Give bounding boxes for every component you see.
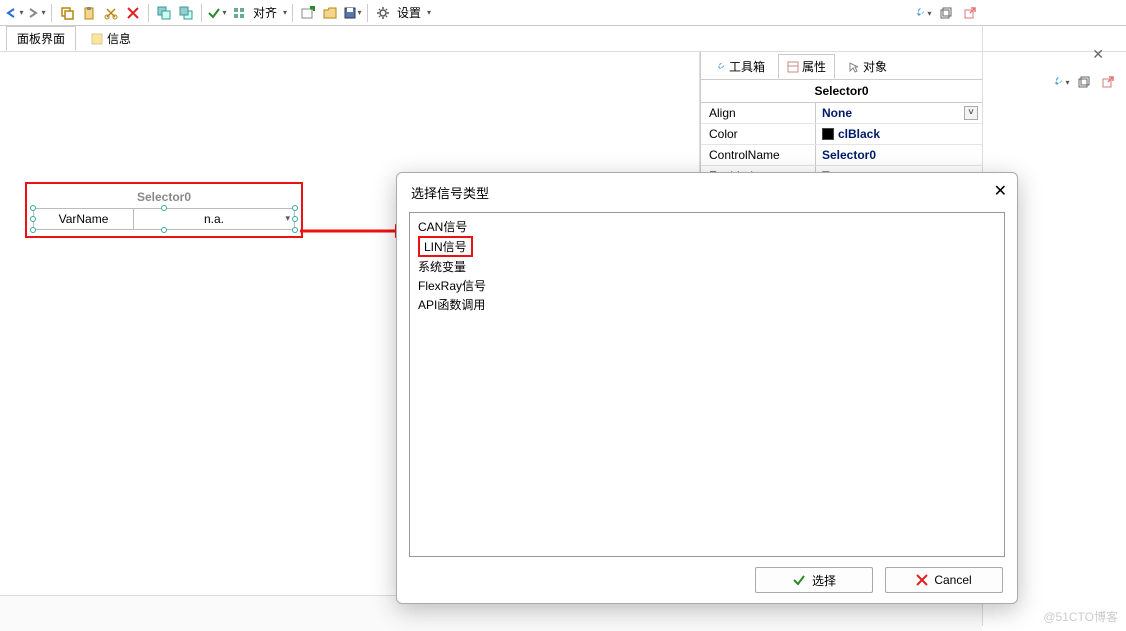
wrench-icon [714,61,726,73]
save-icon[interactable]: ▾ [342,3,362,23]
main-toolbar: ▾ ▾ ▾ 对齐▾ ▾ 设置▾ ▾ [0,0,1126,26]
close-icon[interactable]: ✕ [994,181,1007,201]
cut-icon[interactable] [101,3,121,23]
annotation-arrow [300,216,410,246]
property-key: ControlName [701,145,816,165]
varname-label: VarName [34,209,134,229]
send-back-icon[interactable] [176,3,196,23]
property-row[interactable]: ControlNameSelector0 [701,145,982,166]
undo-icon[interactable]: ▾ [4,3,24,23]
align-icon[interactable] [229,3,249,23]
redo-icon[interactable]: ▾ [26,3,46,23]
select-button[interactable]: 选择 [755,567,873,593]
property-key: Color [701,124,816,144]
settings-label[interactable]: 设置 [397,4,421,21]
tab-label: 属性 [802,58,826,75]
new-group-icon[interactable] [298,3,318,23]
check-icon[interactable]: ▾ [207,3,227,23]
bring-front-icon[interactable] [154,3,174,23]
dialog-title: 选择信号类型 [411,186,489,201]
cursor-icon [848,61,860,73]
property-row[interactable]: AlignNone˅ [701,103,982,124]
property-value[interactable]: None˅ [816,103,982,123]
list-item[interactable]: LIN信号 [418,236,473,257]
chevron-down-icon[interactable]: ˅ [964,106,978,120]
restore-window-icon[interactable] [1074,72,1094,92]
copy-icon[interactable] [57,3,77,23]
document-tabs: 面板界面 信息 [0,26,1126,52]
settings-icon[interactable] [373,3,393,23]
note-icon [91,33,103,45]
popout-icon[interactable] [1098,72,1118,92]
popout-icon[interactable] [960,3,980,23]
property-value[interactable]: clBlack [816,124,982,144]
properties-icon [787,61,799,73]
tab-properties[interactable]: 属性 [778,54,835,79]
property-value[interactable]: Selector0 [816,145,982,165]
selector-varname-row[interactable]: VarName n.a.▾ [33,208,295,230]
button-label: 选择 [812,572,836,589]
wrench-icon[interactable]: ▾ [1050,72,1070,92]
chevron-down-icon[interactable]: ▾ [285,213,290,224]
tab-label: 面板界面 [17,30,65,47]
list-item[interactable]: 系统变量 [418,257,996,276]
list-item[interactable]: FlexRay信号 [418,276,996,295]
paste-icon[interactable] [79,3,99,23]
close-icon[interactable]: ✕ [1092,46,1104,63]
tab-label: 工具箱 [729,58,765,75]
open-folder-icon[interactable] [320,3,340,23]
tab-objects[interactable]: 对象 [839,54,896,79]
selector-widget[interactable]: Selector0 VarName n.a.▾ [25,182,303,238]
tab-label: 信息 [107,30,131,47]
check-icon [792,573,806,587]
tab-info[interactable]: 信息 [80,26,142,51]
selector-title: Selector0 [33,190,295,204]
align-label[interactable]: 对齐 [253,4,277,21]
restore-window-icon[interactable] [936,3,956,23]
list-item[interactable]: CAN信号 [418,217,996,236]
list-item[interactable]: API函数调用 [418,295,996,314]
tab-toolbox[interactable]: 工具箱 [705,54,774,79]
signal-type-dialog: 选择信号类型 ✕ CAN信号LIN信号系统变量FlexRay信号API函数调用 … [396,172,1018,604]
property-row[interactable]: ColorclBlack [701,124,982,145]
wrench-icon[interactable]: ▾ [912,3,932,23]
varname-value[interactable]: n.a.▾ [134,209,294,229]
button-label: Cancel [934,573,971,587]
option-list[interactable]: CAN信号LIN信号系统变量FlexRay信号API函数调用 [409,212,1005,557]
delete-icon[interactable] [123,3,143,23]
x-icon [916,574,928,586]
watermark: @51CTO博客 [1043,608,1118,625]
cancel-button[interactable]: Cancel [885,567,1003,593]
color-swatch [822,128,834,140]
object-name-header: Selector0 [701,80,982,103]
tab-panel-ui[interactable]: 面板界面 [6,26,76,51]
tab-label: 对象 [863,58,887,75]
property-key: Align [701,103,816,123]
